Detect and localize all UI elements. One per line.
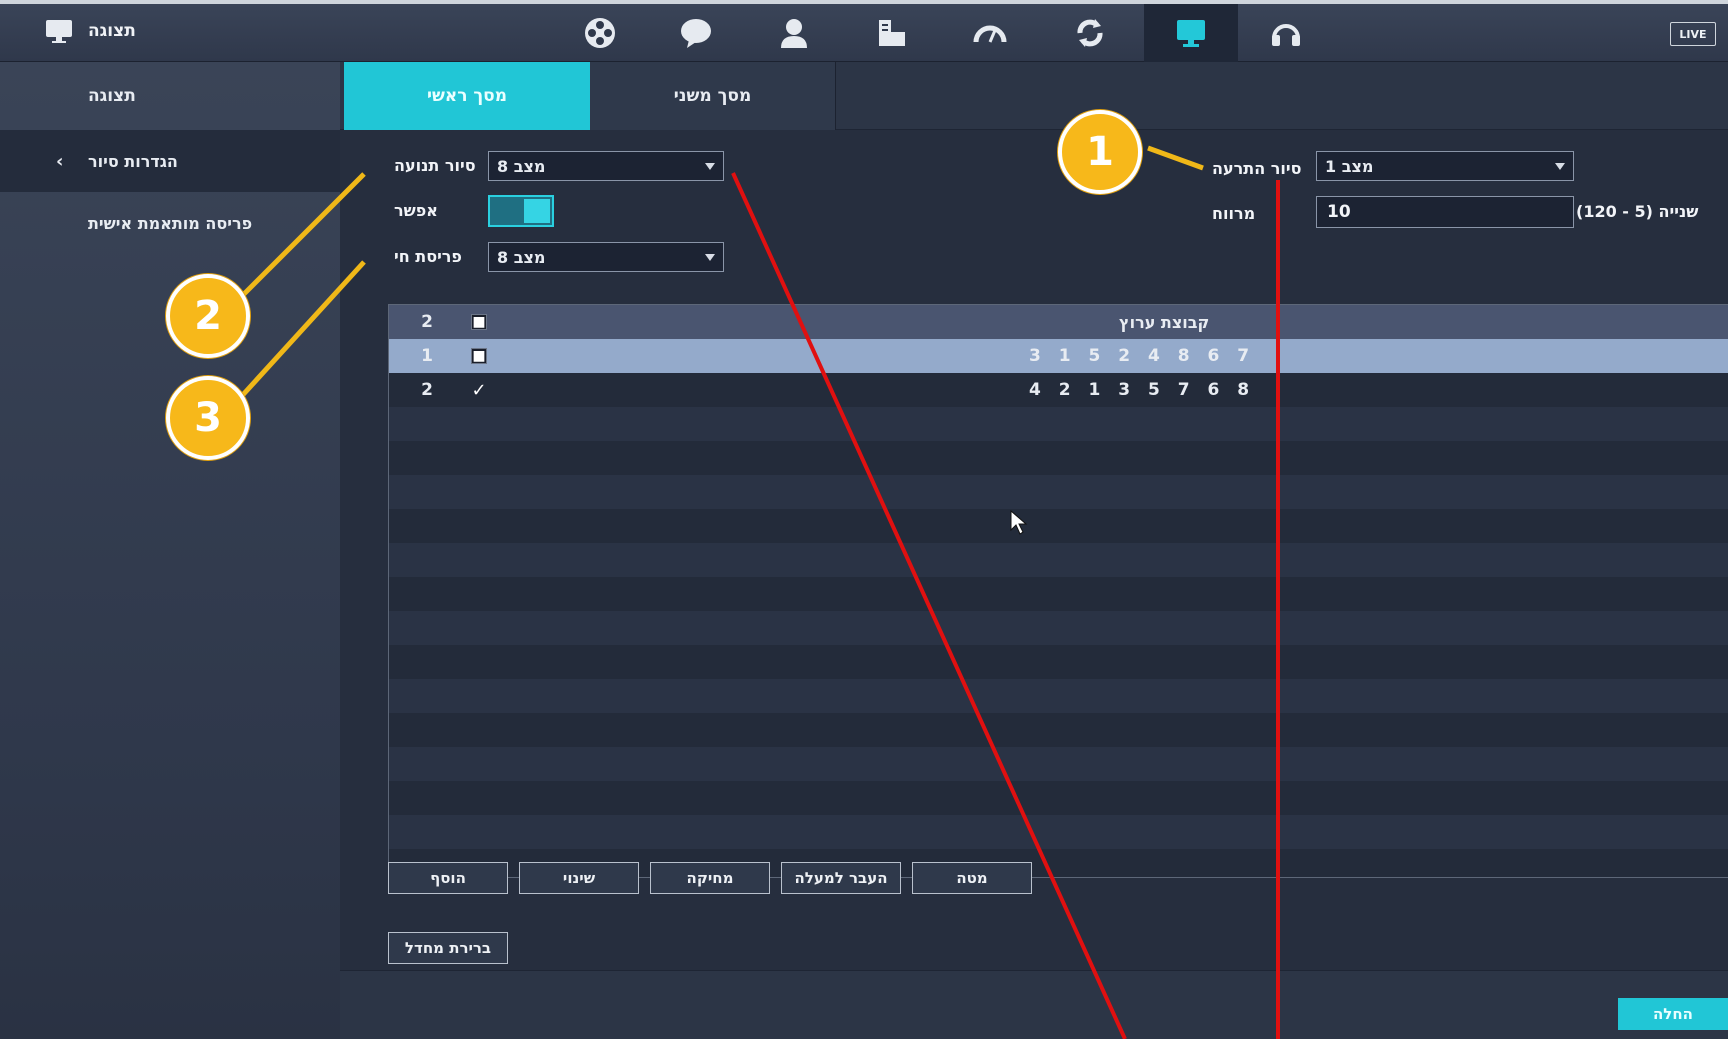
add-button[interactable]: הוסף — [388, 862, 508, 894]
live-layout-select[interactable]: מצב 8 — [488, 242, 724, 272]
table-empty-row — [389, 543, 1728, 577]
table-empty-row — [389, 781, 1728, 815]
apply-button[interactable]: החלה — [1618, 998, 1728, 1030]
live-layout-value: מצב 8 — [497, 247, 546, 267]
table-empty-row — [389, 611, 1728, 645]
tab-main-screen[interactable]: מסך ראשי — [344, 62, 590, 130]
live-layout-label: פריסת חי — [394, 247, 462, 266]
table-empty-row — [389, 815, 1728, 849]
toggle-knob — [524, 199, 550, 223]
callout-badge-2: 2 — [166, 274, 250, 358]
alarm-tour-value: מצב 1 — [1325, 156, 1374, 176]
sidebar: תצוגה ‹ הגדרות סיור פריסה מותאמת אישית — [0, 62, 340, 1039]
device-list-icon — [879, 20, 905, 46]
monitor-icon — [46, 20, 72, 43]
row-channel-sequence: 4 2 1 3 5 7 6 8 — [1029, 380, 1256, 400]
sidebar-item-label: הגדרות סיור — [88, 151, 178, 171]
row-checkbox-checked[interactable]: ✓ — [471, 380, 487, 401]
table-empty-row — [389, 645, 1728, 679]
nav-gauge[interactable] — [946, 4, 1034, 62]
chat-bubble-icon — [681, 19, 711, 48]
chevron-left-icon: ‹ — [56, 150, 64, 172]
delete-button[interactable]: מחיקה — [650, 862, 770, 894]
mouse-cursor-icon — [1010, 510, 1028, 535]
interval-unit: שנייה (5 - 120) — [1576, 202, 1699, 221]
screen-tabs: מסך ראשי מסך משני — [340, 62, 1728, 130]
interval-input[interactable]: 10 — [1316, 196, 1574, 228]
callout-badge-3: 3 — [166, 376, 250, 460]
sidebar-header: תצוגה — [88, 86, 136, 106]
sidebar-item-label: פריסה מותאמת אישית — [88, 213, 253, 233]
top-navigation-bar: תצוגה LIVE — [0, 4, 1728, 62]
dropdown-arrow-icon — [705, 163, 715, 170]
person-icon — [781, 19, 807, 48]
motion-tour-value: מצב 8 — [497, 156, 546, 176]
header-channel-group: קבוצת ערוץ — [1119, 312, 1210, 332]
display-brand[interactable]: תצוגה — [44, 18, 136, 44]
monitor-icon — [1177, 20, 1205, 47]
nav-devices[interactable] — [848, 4, 936, 62]
table-empty-row — [389, 679, 1728, 713]
dropdown-arrow-icon — [705, 254, 715, 261]
sidebar-item-custom-layout[interactable]: פריסה מותאמת אישית — [0, 192, 340, 254]
alarm-tour-select[interactable]: מצב 1 — [1316, 151, 1574, 181]
tab-secondary-screen[interactable]: מסך משני — [590, 62, 836, 130]
header-count: 2 — [421, 312, 433, 332]
table-header-row: 2 ■ קבוצת ערוץ — [389, 305, 1728, 339]
nav-display[interactable] — [1144, 4, 1238, 62]
default-button[interactable]: ברירת מחדל — [388, 932, 508, 964]
select-all-checkbox[interactable]: ■ — [471, 314, 487, 330]
brand-label: תצוגה — [88, 21, 136, 41]
nav-chat[interactable] — [652, 4, 740, 62]
footer-bar — [340, 970, 1728, 1039]
table-empty-row — [389, 577, 1728, 611]
row-number: 1 — [421, 346, 433, 366]
table-empty-row — [389, 713, 1728, 747]
interval-label: מרווח — [1212, 204, 1256, 223]
nav-user[interactable] — [750, 4, 838, 62]
nav-refresh[interactable] — [1046, 4, 1134, 62]
modify-button[interactable]: שינוי — [519, 862, 639, 894]
live-view-button[interactable]: LIVE — [1670, 22, 1716, 46]
table-empty-row — [389, 747, 1728, 781]
dropdown-arrow-icon — [1555, 163, 1565, 170]
move-down-button[interactable]: מטה — [912, 862, 1032, 894]
table-empty-row — [389, 407, 1728, 441]
table-row[interactable]: 2 ✓ 4 2 1 3 5 7 6 8 — [389, 373, 1728, 407]
row-checkbox[interactable]: ■ — [471, 348, 487, 364]
alarm-tour-label: סיור התרעה — [1212, 159, 1302, 178]
enable-toggle[interactable] — [488, 195, 554, 227]
nav-audio[interactable] — [1242, 4, 1330, 62]
table-empty-row — [389, 441, 1728, 475]
sidebar-item-tour-settings[interactable]: ‹ הגדרות סיור — [0, 130, 340, 192]
nav-film-reel[interactable] — [556, 4, 644, 62]
row-channel-sequence: 3 1 5 2 4 8 6 7 — [1029, 346, 1256, 366]
headset-icon — [1272, 24, 1300, 46]
motion-tour-label: סיור תנועה — [394, 156, 476, 175]
channel-group-table: 2 ■ קבוצת ערוץ 1 ■ 3 1 5 2 4 8 6 7 2 ✓ 4… — [388, 304, 1728, 878]
callout-badge-1: 1 — [1058, 110, 1142, 194]
motion-tour-select[interactable]: מצב 8 — [488, 151, 724, 181]
row-number: 2 — [421, 380, 433, 400]
table-empty-row — [389, 509, 1728, 543]
refresh-icon — [1077, 19, 1103, 47]
table-row[interactable]: 1 ■ 3 1 5 2 4 8 6 7 — [389, 339, 1728, 373]
table-empty-row — [389, 475, 1728, 509]
gauge-icon — [973, 25, 1007, 43]
move-up-button[interactable]: העבר למעלה — [781, 862, 901, 894]
film-reel-icon — [585, 18, 615, 48]
enable-label: אפשר — [394, 201, 438, 220]
